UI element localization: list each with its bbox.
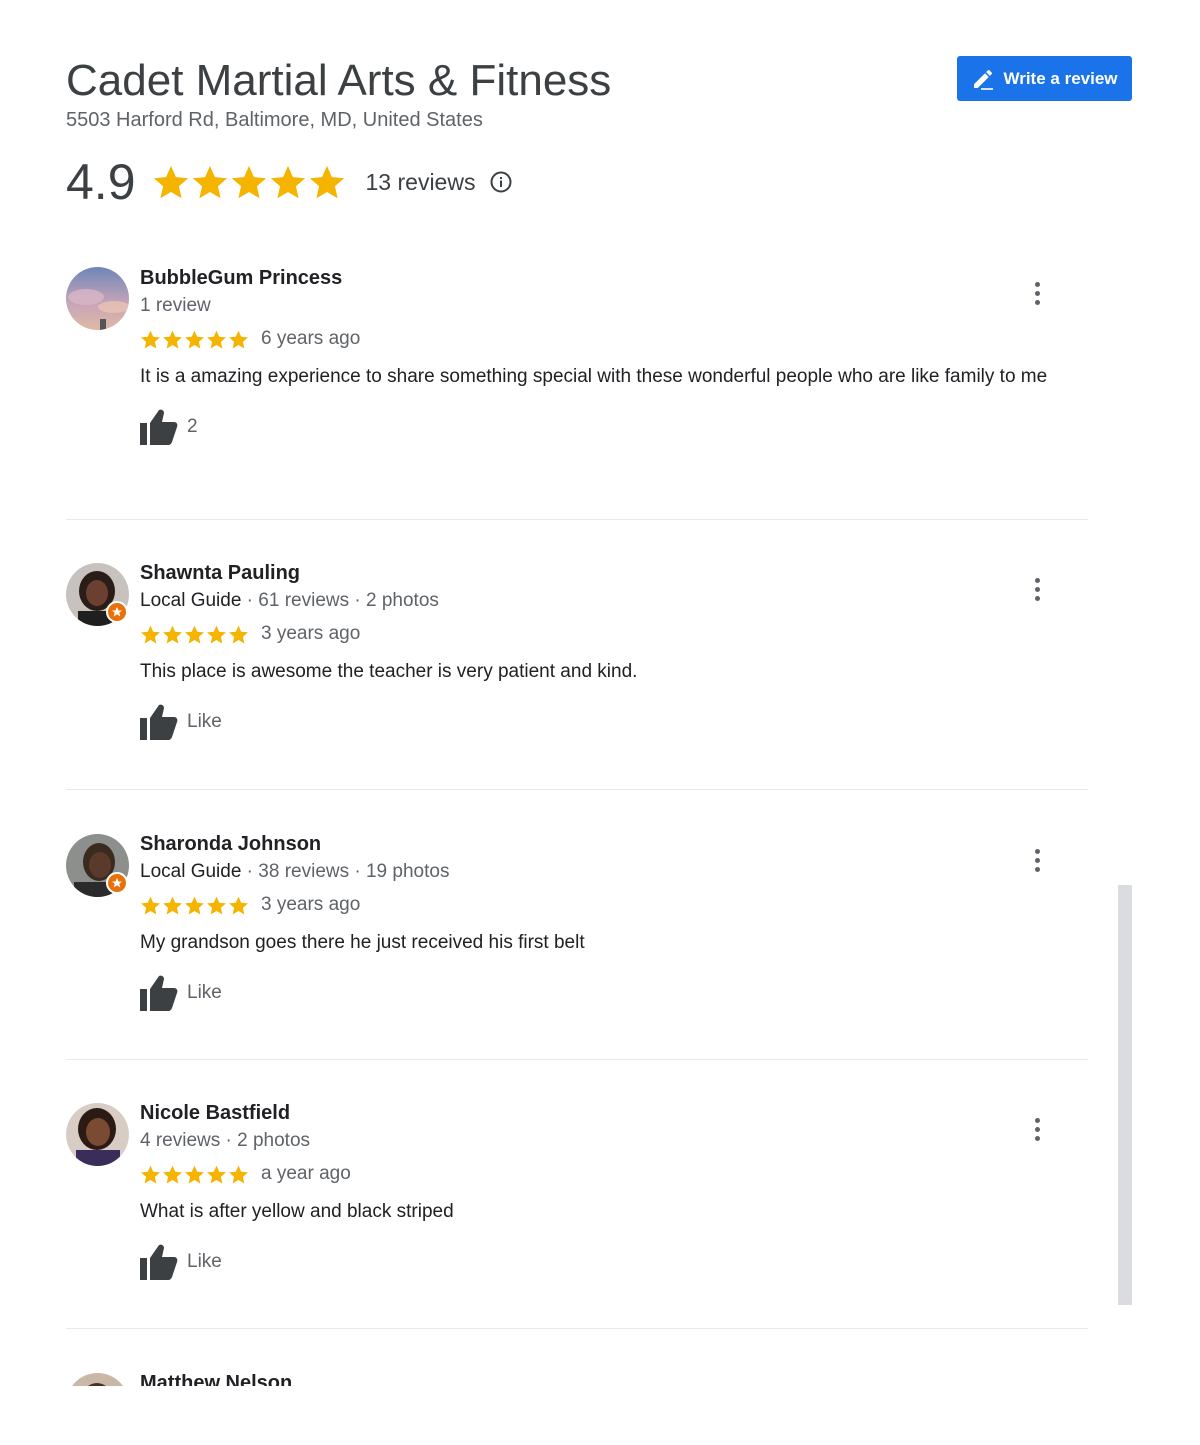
like-label: Like	[187, 1251, 222, 1272]
local-guide-badge	[106, 872, 128, 894]
avatar[interactable]	[66, 1103, 129, 1166]
scrollbar[interactable]	[1118, 885, 1132, 1305]
pencil-icon	[974, 69, 994, 90]
star-icon	[141, 1165, 160, 1184]
review-item: Matthew Nelson	[66, 1329, 1088, 1386]
star-icon	[231, 165, 266, 199]
reviewer-stats: 1 review	[140, 295, 211, 316]
review-time: a year ago	[261, 1163, 351, 1184]
thumbs-up-icon	[140, 975, 178, 1011]
like-label: Like	[187, 982, 222, 1003]
star-icon	[207, 896, 226, 915]
review-count[interactable]: 13 reviews	[366, 169, 476, 196]
star-icon	[141, 896, 160, 915]
thumbs-up-icon	[140, 704, 178, 740]
review-item: Nicole Bastfield 4 reviews · 2 photos a …	[66, 1060, 1088, 1329]
star-icon	[207, 625, 226, 644]
rating-stars	[152, 163, 346, 201]
like-button[interactable]: 2	[140, 407, 1088, 447]
star-icon	[229, 1165, 248, 1184]
star-icon	[270, 165, 305, 199]
review-menu-button[interactable]	[1026, 574, 1048, 604]
avatar[interactable]	[66, 267, 129, 330]
star-icon	[185, 896, 204, 915]
star-icon	[207, 330, 226, 349]
star-icon	[309, 165, 344, 199]
like-label: Like	[187, 711, 222, 732]
average-rating: 4.9	[66, 154, 136, 210]
review-text: My grandson goes there he just received …	[140, 932, 585, 953]
review-stars	[140, 1164, 249, 1185]
star-icon	[229, 625, 248, 644]
review-menu-button[interactable]	[1026, 278, 1048, 308]
reviewer-stats: 4 reviews · 2 photos	[140, 1130, 311, 1151]
review-item: BubbleGum Princess 1 review 6 years ago …	[66, 262, 1088, 520]
review-time: 6 years ago	[261, 328, 361, 349]
like-button[interactable]: Like	[140, 1242, 1088, 1282]
thumbs-up-icon	[140, 1244, 178, 1280]
reviewer-name[interactable]: Sharonda Johnson	[140, 831, 1088, 857]
like-count: 2	[187, 416, 198, 437]
star-icon	[192, 165, 227, 199]
star-icon	[153, 165, 188, 199]
local-guide-label: Local Guide	[140, 590, 242, 611]
review-item: Sharonda Johnson Local Guide · 38 review…	[66, 790, 1088, 1060]
write-review-label: Write a review	[1003, 68, 1118, 88]
star-icon	[229, 896, 248, 915]
star-icon	[141, 625, 160, 644]
review-menu-button[interactable]	[1026, 845, 1048, 875]
place-address: 5503 Harford Rd, Baltimore, MD, United S…	[66, 109, 483, 131]
star-icon	[185, 330, 204, 349]
review-item: Shawnta Pauling Local Guide · 61 reviews…	[66, 520, 1088, 790]
review-text: It is a amazing experience to share some…	[140, 366, 1048, 387]
reviewer-stats: · 38 reviews · 19 photos	[241, 861, 450, 882]
avatar[interactable]	[66, 1373, 129, 1386]
reviewer-name[interactable]: BubbleGum Princess	[140, 262, 1088, 291]
reviewer-meta: 1 review	[140, 293, 1088, 319]
like-button[interactable]: Like	[140, 973, 1088, 1013]
like-button[interactable]: Like	[140, 702, 1088, 742]
reviewer-name[interactable]: Shawnta Pauling	[140, 560, 1088, 586]
star-icon	[229, 330, 248, 349]
star-icon	[163, 1165, 182, 1184]
review-stars	[140, 895, 249, 916]
thumbs-up-icon	[140, 409, 178, 445]
avatar[interactable]	[66, 834, 129, 897]
review-menu-button[interactable]	[1026, 1114, 1048, 1144]
avatar[interactable]	[66, 563, 129, 626]
reviewer-stats: · 61 reviews · 2 photos	[241, 590, 439, 611]
review-stars	[140, 624, 249, 645]
star-icon	[163, 625, 182, 644]
rating-summary: 4.9 13 reviews	[66, 150, 513, 214]
star-icon	[141, 330, 160, 349]
review-time: 3 years ago	[261, 623, 361, 644]
star-icon	[163, 896, 182, 915]
star-icon	[163, 330, 182, 349]
reviewer-name[interactable]: Matthew Nelson	[140, 1370, 1088, 1386]
review-list: BubbleGum Princess 1 review 6 years ago …	[66, 262, 1088, 1386]
reviewer-meta: 4 reviews · 2 photos	[140, 1128, 1088, 1154]
reviewer-meta: Local Guide · 38 reviews · 19 photos	[140, 859, 1088, 885]
local-guide-badge	[106, 601, 128, 623]
reviewer-meta: Local Guide · 61 reviews · 2 photos	[140, 588, 1088, 614]
review-time: 3 years ago	[261, 894, 361, 915]
star-icon	[207, 1165, 226, 1184]
reviewer-name[interactable]: Nicole Bastfield	[140, 1100, 1088, 1126]
write-review-button[interactable]: Write a review	[957, 56, 1132, 101]
review-text: What is after yellow and black striped	[140, 1201, 454, 1222]
review-stars	[140, 329, 249, 350]
local-guide-label: Local Guide	[140, 861, 242, 882]
star-icon	[185, 1165, 204, 1184]
star-icon	[185, 625, 204, 644]
review-text: This place is awesome the teacher is ver…	[140, 661, 638, 682]
info-icon[interactable]	[489, 170, 513, 194]
